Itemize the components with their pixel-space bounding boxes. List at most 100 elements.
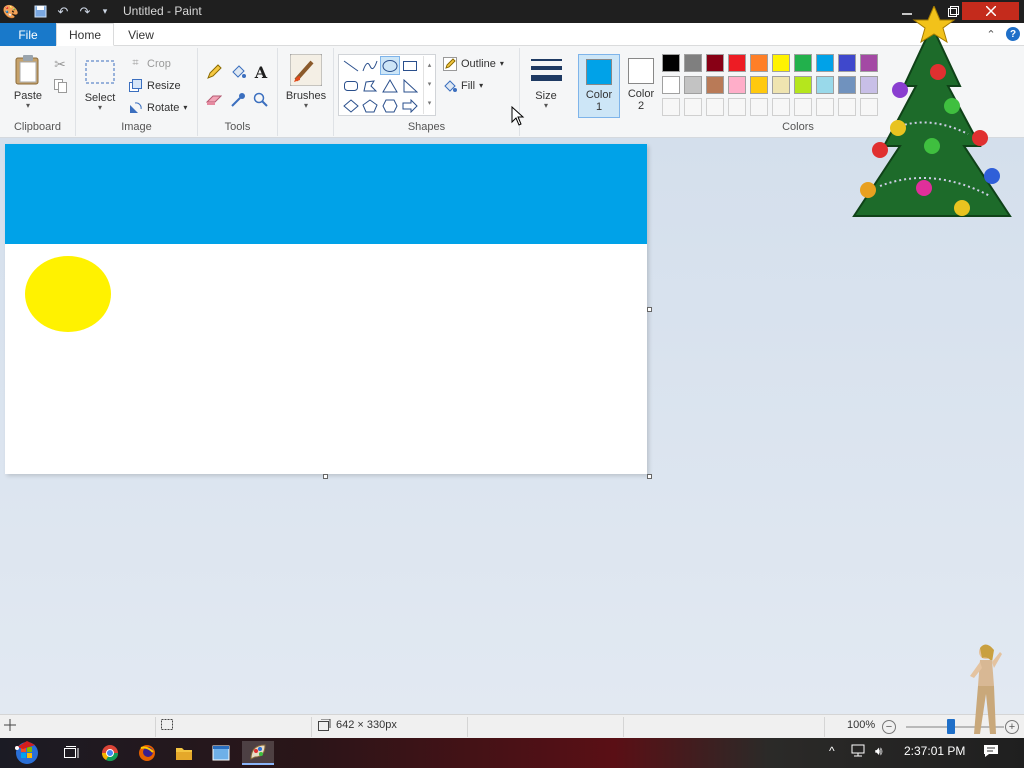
palette-swatch[interactable] [684, 76, 702, 94]
size-button[interactable]: Size ▾ [526, 54, 566, 110]
color1-button[interactable]: Color 1 [578, 54, 620, 118]
pencil-icon[interactable] [204, 62, 224, 82]
tab-view[interactable]: View [118, 23, 164, 46]
select-icon [84, 56, 116, 88]
eraser-icon[interactable] [204, 90, 224, 110]
palette-swatch[interactable] [794, 54, 812, 72]
image-group-label: Image [121, 121, 152, 133]
oval-shape-icon[interactable] [380, 56, 400, 75]
brushes-button[interactable]: Brushes ▾ [284, 54, 328, 110]
outline-label: Outline [461, 57, 496, 70]
color-picker-icon[interactable] [228, 90, 248, 110]
diamond-shape-icon[interactable] [341, 96, 361, 115]
status-separator [824, 717, 825, 737]
palette-swatch[interactable] [728, 54, 746, 72]
zoom-slider-thumb[interactable] [947, 719, 955, 734]
resize-handle-right[interactable] [647, 307, 652, 312]
redo-icon[interactable]: ↷ [76, 3, 94, 20]
rectangle-shape-icon[interactable] [400, 56, 420, 75]
rotate-label: Rotate [147, 101, 180, 114]
copy-icon[interactable] [50, 76, 70, 96]
rounded-rectangle-shape-icon[interactable] [341, 76, 361, 95]
arrow-shape-icon[interactable] [400, 96, 420, 115]
fill-button[interactable]: Fill ▾ [442, 78, 483, 93]
custom-color-slot[interactable] [750, 98, 768, 116]
cut-icon[interactable]: ✂ [50, 54, 70, 74]
select-button[interactable]: Select ▾ [82, 56, 118, 112]
text-tool-icon[interactable]: A [251, 62, 271, 82]
size-group: Size ▾ [520, 48, 572, 136]
magnifier-icon[interactable] [251, 90, 271, 110]
palette-swatch[interactable] [816, 76, 834, 94]
tab-home[interactable]: Home [56, 23, 114, 46]
file-explorer-icon[interactable] [168, 741, 200, 765]
firefox-icon[interactable] [131, 741, 163, 765]
custom-color-slot[interactable] [728, 98, 746, 116]
custom-color-slot[interactable] [662, 98, 680, 116]
cursor-position-icon [4, 719, 16, 731]
palette-swatch[interactable] [662, 54, 680, 72]
task-view-icon[interactable] [56, 741, 88, 765]
paste-button[interactable]: Paste ▾ [8, 54, 48, 110]
pentagon-shape-icon[interactable] [360, 96, 380, 115]
color1-number: 1 [595, 101, 603, 113]
paint-taskbar-icon[interactable] [242, 741, 274, 765]
palette-swatch[interactable] [750, 54, 768, 72]
outline-button[interactable]: Outline ▾ [442, 56, 504, 71]
crop-button[interactable]: ⌗ Crop [128, 56, 170, 71]
tools-group-label: Tools [224, 121, 251, 133]
color2-label: Color [627, 88, 655, 100]
color1-label: Color [585, 89, 613, 101]
palette-swatch[interactable] [750, 76, 768, 94]
resize-icon [128, 78, 143, 93]
shapes-gallery: ▴ ▾ ▾ [338, 54, 436, 116]
mouse-cursor-icon [511, 106, 525, 126]
notifications-icon[interactable] [983, 744, 999, 761]
hexagon-shape-icon[interactable] [380, 96, 400, 115]
paint-app-icon[interactable]: 🎨 [2, 3, 20, 20]
custom-color-slot[interactable] [816, 98, 834, 116]
fill-bucket-icon[interactable] [228, 62, 248, 82]
rotate-button[interactable]: Rotate ▾ [128, 100, 187, 115]
custom-color-slot[interactable] [684, 98, 702, 116]
palette-swatch[interactable] [794, 76, 812, 94]
triangle-shape-icon[interactable] [380, 76, 400, 95]
resize-button[interactable]: Resize [128, 78, 181, 93]
volume-icon[interactable]: 🔊︎ [875, 744, 883, 759]
palette-swatch[interactable] [706, 54, 724, 72]
chrome-icon[interactable] [94, 741, 126, 765]
custom-color-slot[interactable] [772, 98, 790, 116]
clock[interactable]: 2:37:01 PM [904, 744, 965, 758]
undo-icon[interactable]: ↶ [54, 3, 72, 20]
rotate-icon [128, 100, 143, 115]
fill-bucket-icon [442, 78, 457, 93]
palette-swatch[interactable] [706, 76, 724, 94]
palette-swatch[interactable] [772, 76, 790, 94]
drawing-canvas[interactable] [5, 144, 647, 474]
shapes-scroll[interactable]: ▴ ▾ ▾ [423, 56, 435, 114]
resize-handle-bottom[interactable] [323, 474, 328, 479]
chevron-down-icon: ▾ [183, 103, 188, 112]
palette-swatch[interactable] [772, 54, 790, 72]
right-triangle-shape-icon[interactable] [400, 76, 420, 95]
line-shape-icon[interactable] [341, 56, 361, 75]
start-button[interactable] [8, 741, 46, 765]
curve-shape-icon[interactable] [360, 56, 380, 75]
customize-quick-access-icon[interactable]: ▾ [96, 3, 114, 20]
palette-swatch[interactable] [728, 76, 746, 94]
palette-swatch[interactable] [816, 54, 834, 72]
palette-swatch[interactable] [684, 54, 702, 72]
network-icon[interactable] [851, 744, 867, 761]
resize-handle-corner[interactable] [647, 474, 652, 479]
show-hidden-icons-icon[interactable]: ^ [829, 744, 835, 758]
custom-color-slot[interactable] [794, 98, 812, 116]
polygon-shape-icon[interactable] [360, 76, 380, 95]
tab-file[interactable]: File [0, 23, 56, 46]
save-icon[interactable] [31, 3, 49, 20]
palette-swatch[interactable] [662, 76, 680, 94]
color2-button[interactable]: Color 2 [620, 54, 662, 118]
window-app-icon[interactable] [205, 741, 237, 765]
zoom-out-button[interactable]: − [882, 720, 896, 734]
status-separator [623, 717, 624, 737]
custom-color-slot[interactable] [706, 98, 724, 116]
